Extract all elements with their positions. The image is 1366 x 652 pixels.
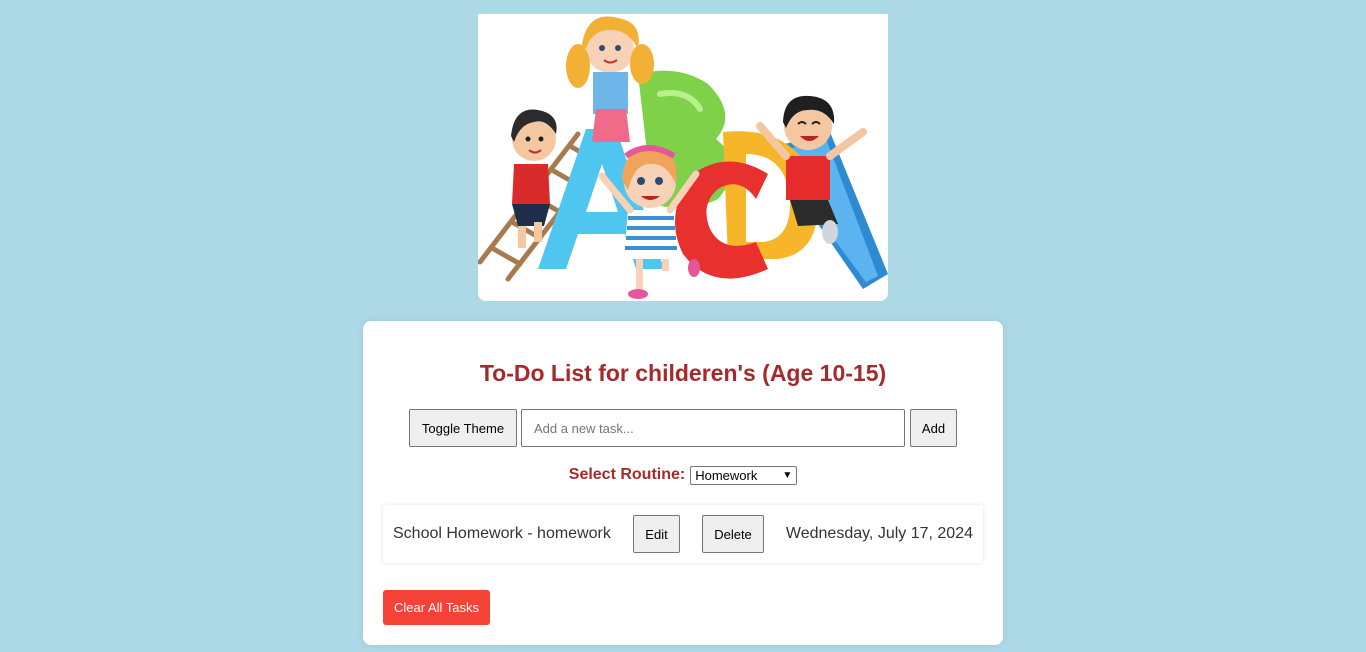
toggle-theme-button[interactable]: Toggle Theme (409, 409, 517, 447)
todo-card: To-Do List for childeren's (Age 10-15) T… (363, 321, 1003, 645)
routine-row: Select Routine: Homework ▼ (363, 465, 1003, 485)
new-task-input[interactable] (521, 409, 905, 447)
task-item: School Homework - homework Edit Delete W… (383, 505, 983, 563)
routine-select[interactable]: Homework ▼ (690, 465, 798, 485)
add-task-button[interactable]: Add (910, 409, 957, 447)
delete-task-button[interactable]: Delete (702, 515, 764, 553)
page-title: To-Do List for childeren's (Age 10-15) (479, 360, 887, 386)
routine-label: Select Routine: (568, 466, 686, 483)
task-text: School Homework - homework (393, 525, 611, 542)
edit-task-button[interactable]: Edit (633, 515, 680, 553)
task-date: Wednesday, July 17, 2024 (785, 525, 973, 542)
hero-image (478, 14, 888, 301)
clear-all-tasks-button[interactable]: Clear All Tasks (383, 590, 490, 625)
kids-abc-illustration (478, 16, 888, 299)
chevron-down-icon: ▼ (782, 469, 793, 481)
routine-selected-value: Homework (695, 467, 758, 483)
